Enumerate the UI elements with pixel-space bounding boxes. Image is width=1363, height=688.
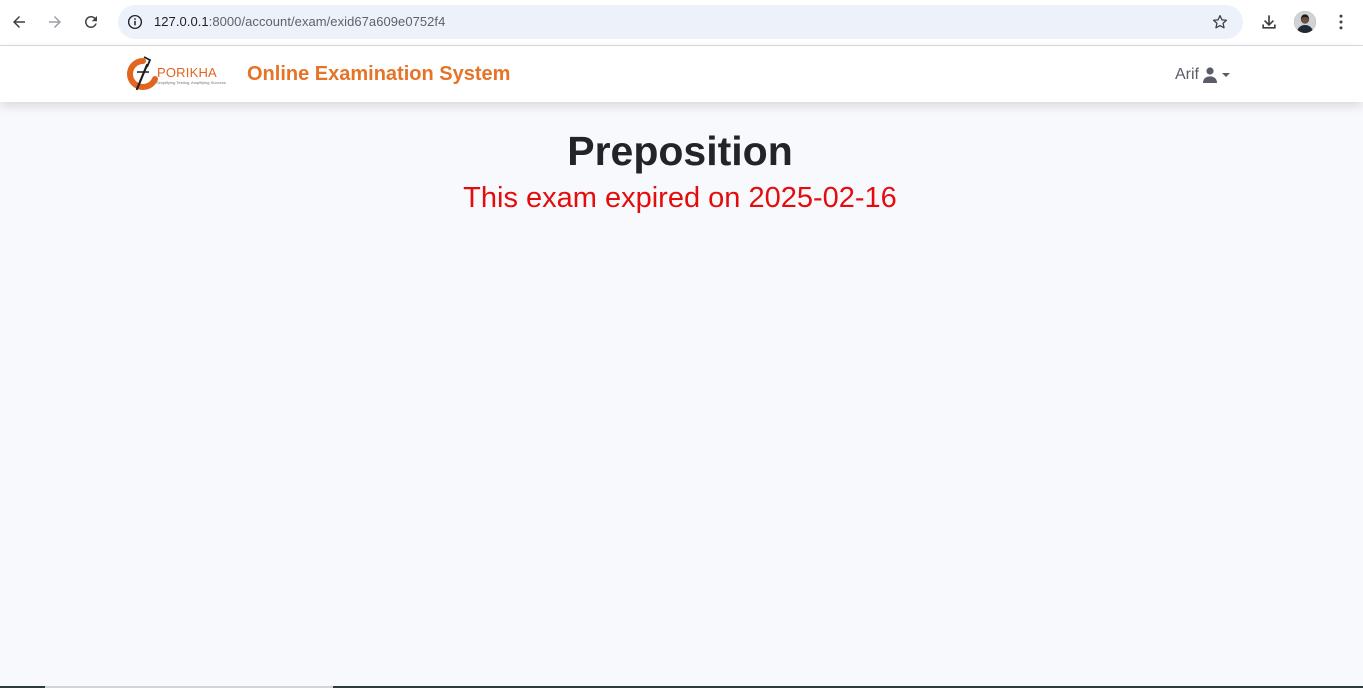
bookmark-star-icon[interactable] xyxy=(1211,13,1229,31)
user-menu-dropdown[interactable]: Arif xyxy=(1175,64,1230,86)
main-content: Preposition This exam expired on 2025-02… xyxy=(0,102,1363,688)
porikha-logo[interactable]: PORIKHA Simplifying Testing, Amplifying … xyxy=(123,55,226,93)
download-icon xyxy=(1262,15,1276,29)
logo-text: PORIKHA xyxy=(157,65,217,80)
reload-icon xyxy=(84,15,97,28)
exam-expired-message: This exam expired on 2025-02-16 xyxy=(463,182,897,214)
brand-title[interactable]: Online Examination System xyxy=(247,63,510,86)
url-path: :8000/account/exam/exid67a609e0752f4 xyxy=(208,14,446,29)
arrow-right-icon xyxy=(49,16,61,28)
back-button[interactable] xyxy=(6,9,32,35)
chevron-down-icon xyxy=(1222,73,1230,77)
arrow-left-icon xyxy=(13,16,25,28)
profile-photo-icon xyxy=(1294,11,1316,33)
profile-avatar[interactable] xyxy=(1294,11,1316,33)
exam-title: Preposition xyxy=(567,128,793,174)
downloads-button[interactable] xyxy=(1257,10,1281,34)
url-text[interactable]: 127.0.0.1:8000/account/exam/exid67a609e0… xyxy=(154,14,445,29)
browser-toolbar: 127.0.0.1:8000/account/exam/exid67a609e0… xyxy=(0,0,1363,45)
app-navbar: PORIKHA Simplifying Testing, Amplifying … xyxy=(0,46,1363,102)
logo-tagline: Simplifying Testing, Amplifying Success xyxy=(156,80,226,85)
url-host: 127.0.0.1 xyxy=(154,14,209,29)
forward-button[interactable] xyxy=(42,9,68,35)
info-icon[interactable] xyxy=(126,13,144,31)
user-icon xyxy=(1203,67,1217,83)
browser-menu-button[interactable] xyxy=(1329,10,1353,34)
address-bar[interactable]: 127.0.0.1:8000/account/exam/exid67a609e0… xyxy=(118,5,1243,39)
reload-button[interactable] xyxy=(78,9,104,35)
user-name: Arif xyxy=(1175,66,1199,83)
more-vertical-icon xyxy=(1339,14,1343,30)
